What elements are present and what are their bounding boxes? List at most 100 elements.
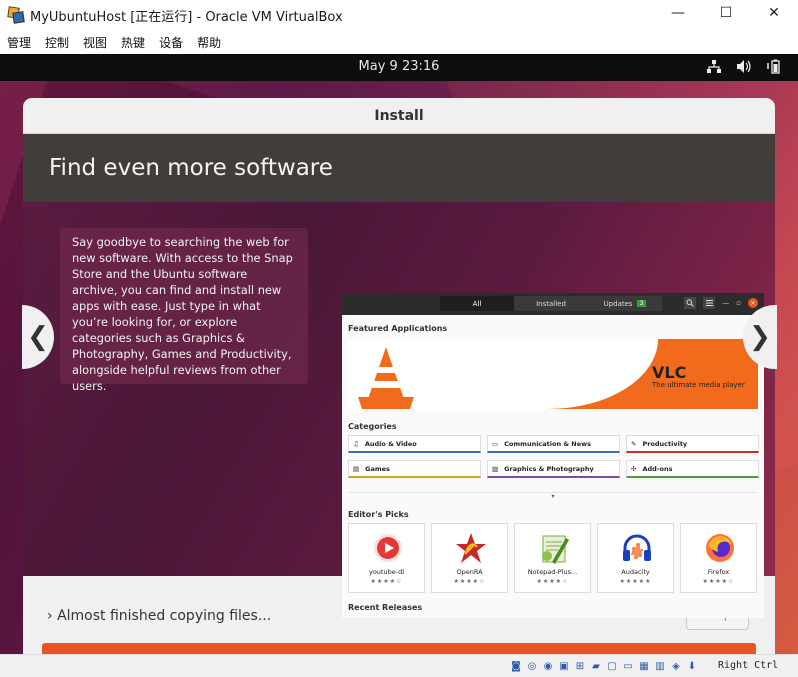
music-note-icon: ♫ xyxy=(353,439,359,448)
pick-rating: ★★★★☆ xyxy=(536,578,569,585)
recent-releases-heading: Recent Releases xyxy=(348,603,423,612)
close-button[interactable]: ✕ xyxy=(750,0,798,26)
store-minimize-icon: — xyxy=(722,299,730,307)
store-search-icon xyxy=(684,297,697,309)
pick-rating: ★★★★★ xyxy=(619,578,652,585)
menu-devices[interactable]: 设备 xyxy=(159,34,183,51)
pick-card: youtube-dl ★★★★☆ xyxy=(348,523,425,593)
image-icon: ▨ xyxy=(492,464,499,473)
pick-rating: ★★★★☆ xyxy=(453,578,486,585)
vlc-cone-icon xyxy=(358,347,414,409)
audio-icon[interactable]: ◉ xyxy=(541,659,555,673)
store-headerbar: All Installed Updates 3 — ▫ ✕ xyxy=(342,293,764,315)
maximize-button[interactable]: ☐ xyxy=(702,0,750,26)
menu-manage[interactable]: 管理 xyxy=(7,34,31,51)
pick-name: Firefox xyxy=(707,568,730,576)
software-store-preview: All Installed Updates 3 — ▫ ✕ Featured Ap… xyxy=(342,293,764,618)
pick-card: OpenRA ★★★★☆ xyxy=(431,523,508,593)
cpu-icon[interactable]: ▦ xyxy=(637,659,651,673)
slide-title: Find even more software xyxy=(49,155,333,181)
featured-banner: VLC The ultimate media player xyxy=(348,339,758,409)
youtube-dl-icon xyxy=(374,534,402,562)
category-label: Communication & News xyxy=(504,439,592,448)
category-label: Audio & Video xyxy=(364,439,417,448)
openra-star-icon xyxy=(456,533,486,563)
install-progress-fill xyxy=(42,643,756,654)
video-capture-icon[interactable]: ▭ xyxy=(621,659,635,673)
category-games: ▤ Games xyxy=(348,460,481,478)
audacity-headphones-icon xyxy=(623,534,651,561)
store-tab-updates: Updates 3 xyxy=(588,296,662,311)
pick-rating: ★★★★☆ xyxy=(370,578,403,585)
category-label: Add-ons xyxy=(642,464,673,473)
store-tab-all: All xyxy=(440,296,514,311)
expand-categories-icon: ▾ xyxy=(348,492,758,500)
usb-icon[interactable]: ⊞ xyxy=(573,659,587,673)
pick-name: youtube-dl xyxy=(368,568,404,576)
chat-icon: ▭ xyxy=(492,439,499,448)
editors-picks-heading: Editor's Picks xyxy=(348,510,409,519)
store-tab-updates-label: Updates xyxy=(603,299,633,308)
install-status[interactable]: › Almost finished copying files... xyxy=(47,608,271,624)
store-menu-icon xyxy=(703,297,716,309)
category-productivity: ✎ Productivity xyxy=(626,435,759,453)
install-status-text: Almost finished copying files... xyxy=(57,608,272,624)
menu-bar: 管理 控制 视图 热键 设备 帮助 xyxy=(0,30,798,54)
firefox-icon xyxy=(706,534,734,562)
category-graphics-photography: ▨ Graphics & Photography xyxy=(487,460,620,478)
pick-card: Notepad-Plus... ★★★★☆ xyxy=(514,523,591,593)
host-key-arrow-icon[interactable]: ⬇ xyxy=(685,659,699,673)
mouse-integration-icon[interactable]: ◈ xyxy=(669,659,683,673)
category-grid: ♫ Audio & Video ▭ Communication & News ✎ Pr… xyxy=(348,435,759,478)
slide-description: Say goodbye to searching the web for new… xyxy=(60,228,308,393)
virtualbox-logo-icon xyxy=(7,6,25,24)
featured-app-name: VLC xyxy=(652,363,687,382)
featured-heading: Featured Applications xyxy=(348,324,448,333)
categories-heading: Categories xyxy=(348,422,397,431)
updates-count-badge: 3 xyxy=(636,300,647,307)
pick-name: Notepad-Plus... xyxy=(527,568,578,576)
guest-additions-icon[interactable]: ▥ xyxy=(653,659,667,673)
pick-card: Audacity ★★★★★ xyxy=(597,523,674,593)
display-icon[interactable]: ▢ xyxy=(605,659,619,673)
store-maximize-icon: ▫ xyxy=(736,299,741,307)
category-audio-video: ♫ Audio & Video xyxy=(348,435,481,453)
store-close-icon: ✕ xyxy=(748,298,758,308)
network-icon[interactable] xyxy=(706,58,722,74)
hard-disk-icon[interactable]: ◙ xyxy=(509,659,523,673)
pick-name: Audacity xyxy=(621,568,650,576)
pencil-icon: ✎ xyxy=(631,439,637,448)
slide-title-bar: Find even more software xyxy=(23,134,775,202)
volume-icon[interactable] xyxy=(736,58,752,74)
chevron-left-icon: ❮ xyxy=(27,322,49,352)
host-key-label: Right Ctrl xyxy=(718,660,779,671)
clock[interactable]: May 9 23:16 xyxy=(0,59,798,74)
category-add-ons: ✣ Add-ons xyxy=(626,460,759,478)
menu-hotkeys[interactable]: 热键 xyxy=(121,34,145,51)
optical-drive-icon[interactable]: ◎ xyxy=(525,659,539,673)
ubuntu-top-bar: May 9 23:16 xyxy=(0,54,798,81)
minimize-button[interactable]: — xyxy=(654,0,702,26)
window-title: MyUbuntuHost [正在运行] - Oracle VM VirtualB… xyxy=(30,9,343,25)
battery-icon[interactable] xyxy=(766,58,782,74)
chevron-right-icon: ❯ xyxy=(749,322,771,352)
install-progress-bar xyxy=(42,643,756,654)
puzzle-icon: ✣ xyxy=(631,464,637,473)
category-communication-news: ▭ Communication & News xyxy=(487,435,620,453)
gamepad-icon: ▤ xyxy=(353,464,360,473)
window-titlebar: MyUbuntuHost [正在运行] - Oracle VM VirtualB… xyxy=(0,0,798,30)
network-adapter-icon[interactable]: ▣ xyxy=(557,659,571,673)
vm-display[interactable]: May 9 23:16 Install Find even more softw… xyxy=(0,54,798,654)
menu-help[interactable]: 帮助 xyxy=(197,34,221,51)
category-label: Games xyxy=(365,464,390,473)
expand-chevron-icon[interactable]: › xyxy=(47,608,53,624)
menu-view[interactable]: 视图 xyxy=(83,34,107,51)
pick-rating: ★★★★☆ xyxy=(702,578,735,585)
pick-name: OpenRA xyxy=(456,568,483,576)
featured-app-tagline: The ultimate media player xyxy=(652,381,745,389)
pick-card: Firefox ★★★★☆ xyxy=(680,523,757,593)
menu-control[interactable]: 控制 xyxy=(45,34,69,51)
category-label: Graphics & Photography xyxy=(504,464,594,473)
shared-folders-icon[interactable]: ▰ xyxy=(589,659,603,673)
virtualbox-status-bar: ◙ ◎ ◉ ▣ ⊞ ▰ ▢ ▭ ▦ ▥ ◈ ⬇ Right Ctrl xyxy=(0,654,798,677)
